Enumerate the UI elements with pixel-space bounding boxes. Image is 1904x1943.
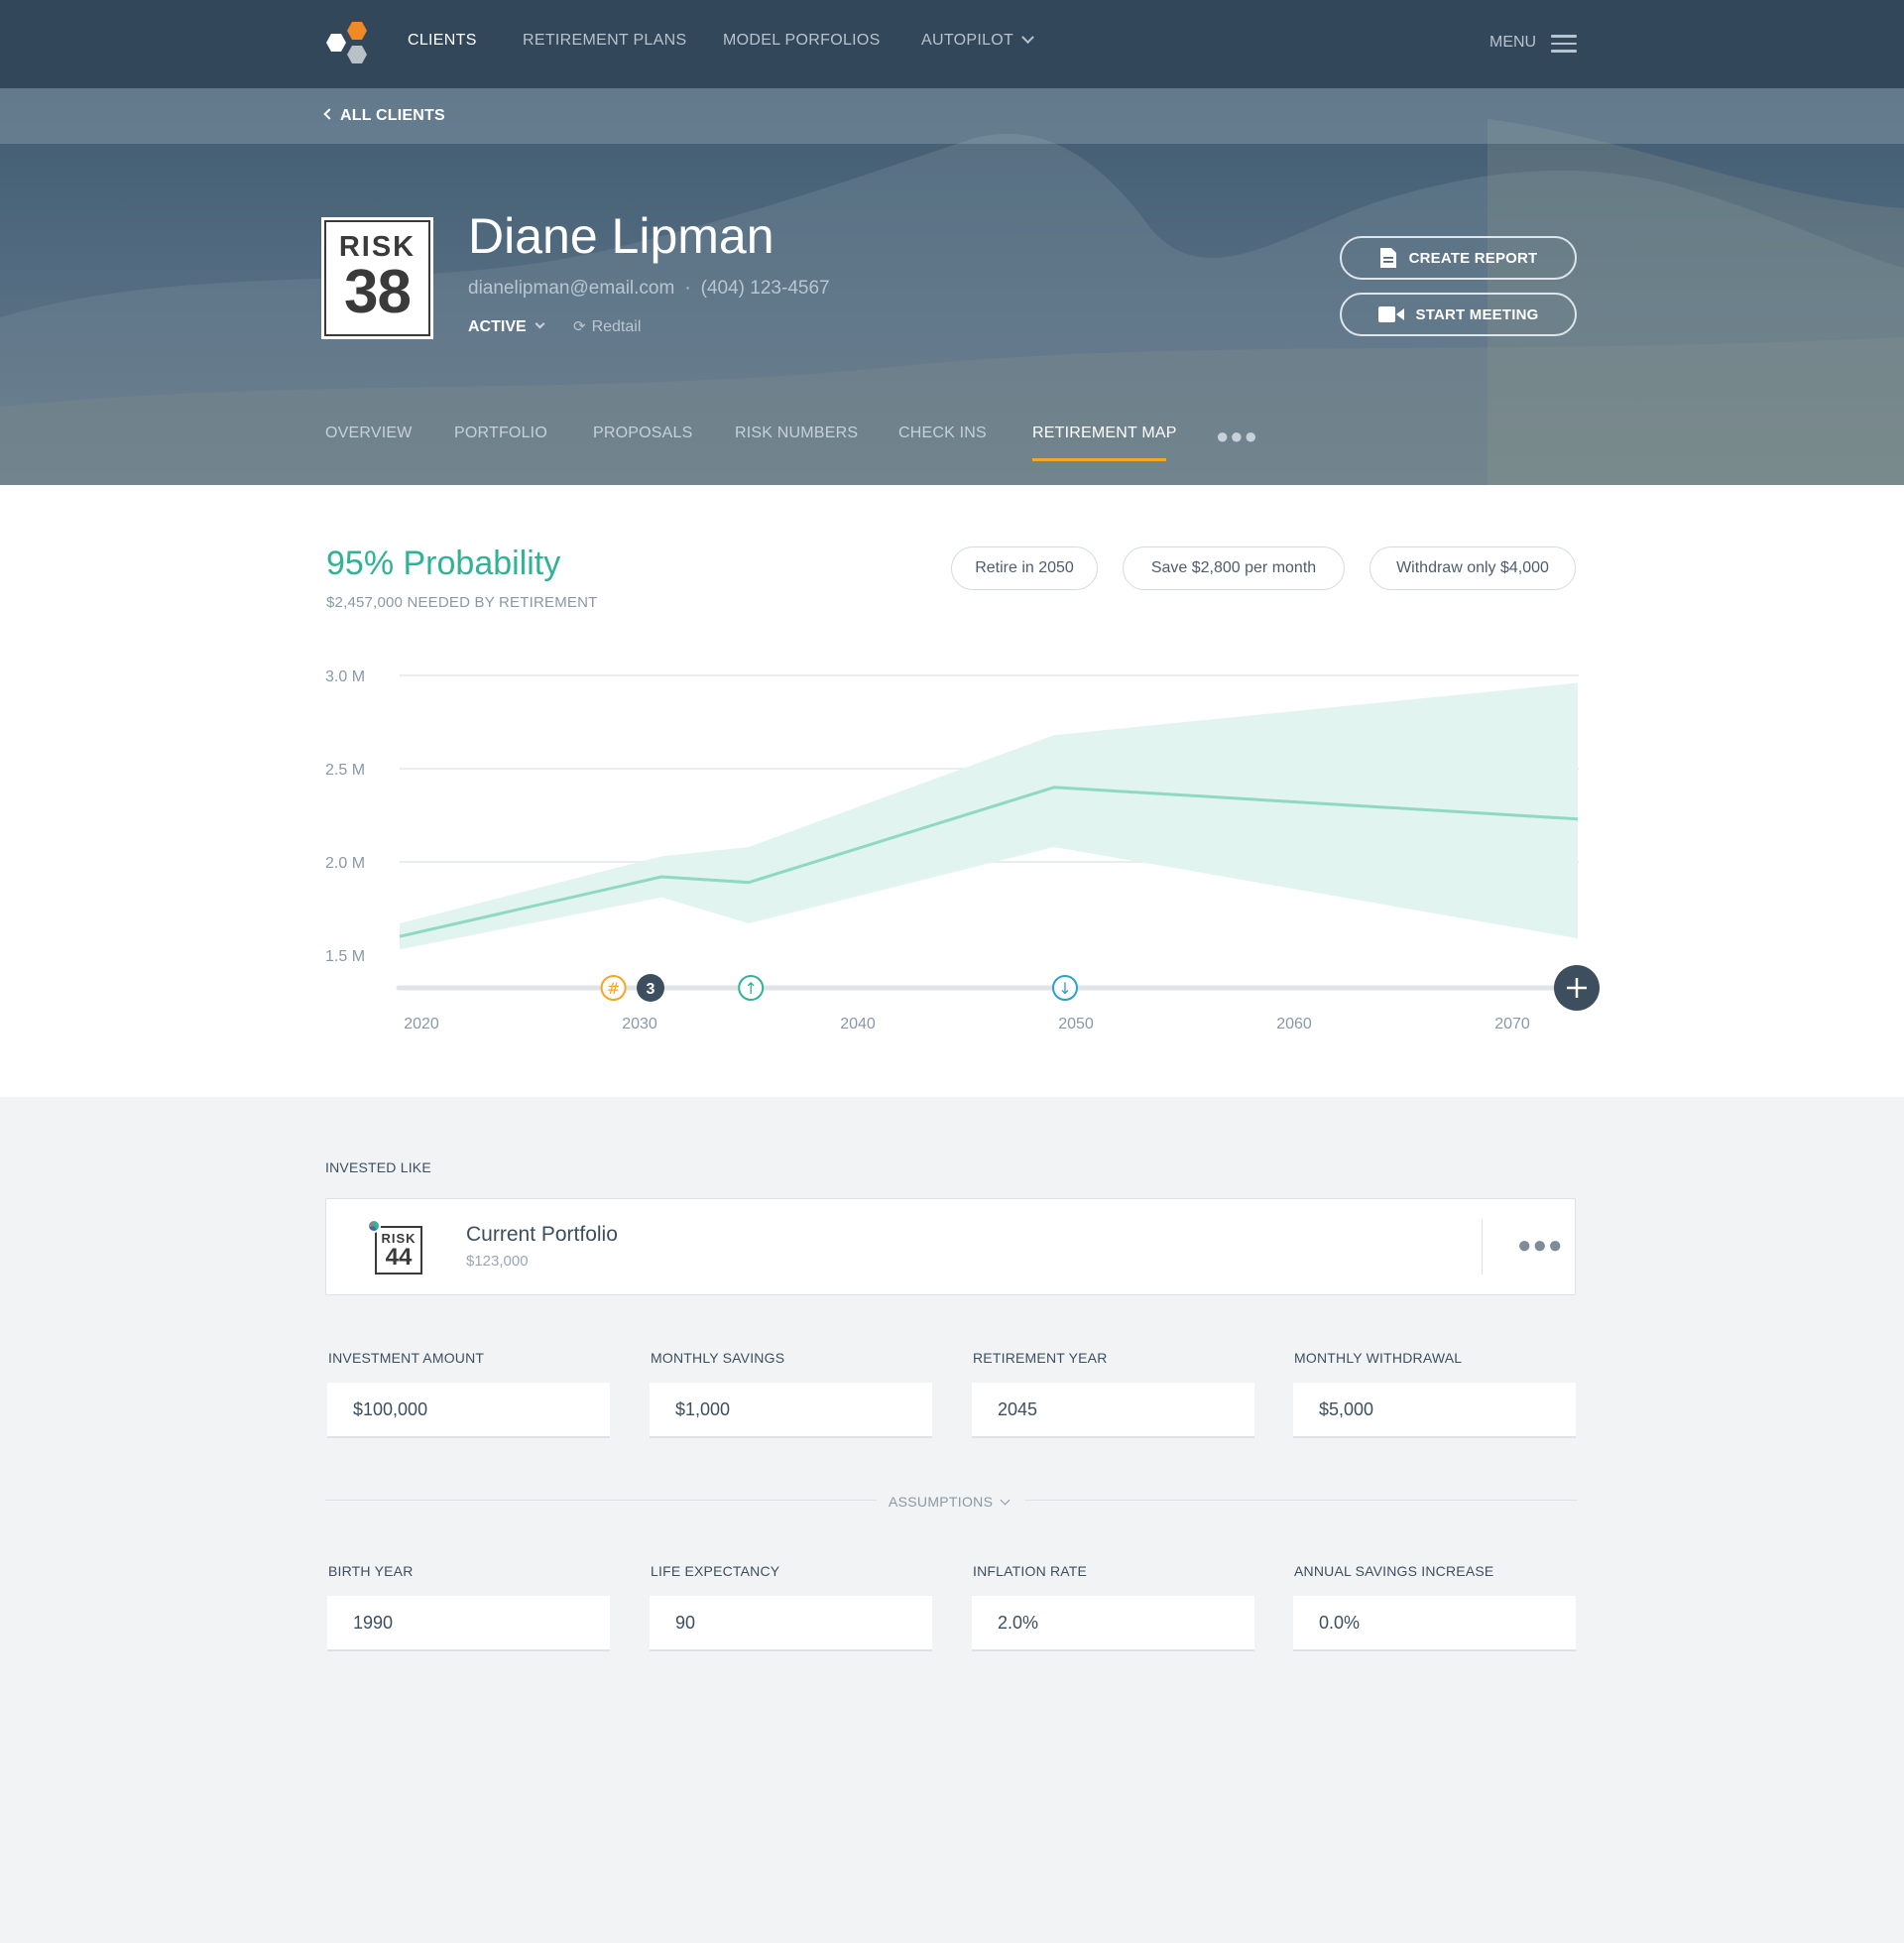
tab-risk-numbers[interactable]: RISK NUMBERS — [735, 425, 858, 442]
client-contact: dianelipman@email.com · (404) 123-4567 — [468, 278, 830, 300]
assumptions-label: ASSUMPTIONS — [889, 1494, 994, 1510]
menu-label[interactable]: MENU — [1489, 34, 1536, 52]
event-goal-glyph: # — [607, 979, 620, 998]
retirement-year-input[interactable] — [972, 1383, 1254, 1438]
breadcrumb-bar — [0, 88, 1904, 144]
confidence-band — [400, 682, 1578, 950]
portfolio-card[interactable]: RISK 44 Current Portfolio $123,000 ●●● — [325, 1198, 1576, 1295]
chevron-down-icon — [1021, 31, 1034, 45]
x-tick-label: 2070 — [1494, 1016, 1530, 1032]
tab-check-ins[interactable]: CHECK INS — [898, 425, 987, 442]
portfolio-name: Current Portfolio — [466, 1223, 618, 1246]
annual-savings-increase-label: ANNUAL SAVINGS INCREASE — [1294, 1563, 1494, 1579]
assumptions-toggle[interactable]: ASSUMPTIONS — [889, 1494, 1011, 1510]
life-expectancy-input[interactable] — [650, 1596, 932, 1651]
client-phone[interactable]: (404) 123-4567 — [701, 278, 830, 299]
create-report-button[interactable]: CREATE REPORT — [1340, 236, 1577, 280]
start-meeting-button[interactable]: START MEETING — [1340, 293, 1577, 336]
portfolio-risk-badge: RISK 44 — [375, 1226, 422, 1275]
risk-badge-number: 38 — [344, 258, 412, 326]
divider-left — [325, 1500, 877, 1501]
client-header: CLIENTS RETIREMENT PLANS MODEL PORFOLIOS… — [0, 0, 1904, 485]
suggestion-withdraw[interactable]: Withdraw only $4,000 — [1369, 546, 1576, 590]
suggestion-save-monthly[interactable]: Save $2,800 per month — [1123, 546, 1345, 590]
back-to-all-clients-link[interactable]: ALL CLIENTS — [323, 107, 445, 125]
portfolio-risk-number: 44 — [385, 1244, 413, 1271]
nav-autopilot-label: AUTOPILOT — [921, 32, 1014, 49]
create-report-label: CREATE REPORT — [1408, 249, 1538, 267]
y-tick-label: 2.0 M — [325, 855, 365, 872]
x-tick-label: 2030 — [622, 1016, 657, 1032]
portfolio-more-icon[interactable]: ●●● — [1517, 1234, 1564, 1258]
more-tabs-icon[interactable]: ●●● — [1216, 425, 1258, 447]
event-deposit-glyph: ↑ — [744, 979, 757, 998]
tab-overview[interactable]: OVERVIEW — [325, 425, 413, 442]
nav-retirement-plans[interactable]: RETIREMENT PLANS — [523, 32, 686, 50]
investment-amount-input[interactable] — [327, 1383, 610, 1438]
retirement-year-label: RETIREMENT YEAR — [973, 1350, 1108, 1366]
divider-right — [1024, 1500, 1578, 1501]
y-tick-label: 1.5 M — [325, 948, 365, 965]
event-group-count: 3 — [647, 981, 655, 998]
monthly-savings-input[interactable] — [650, 1383, 932, 1438]
monthly-savings-label: MONTHLY SAVINGS — [651, 1350, 785, 1366]
amount-needed: $2,457,000 NEEDED BY RETIREMENT — [326, 594, 598, 611]
monthly-withdrawal-label: MONTHLY WITHDRAWAL — [1294, 1350, 1463, 1366]
nav-clients[interactable]: CLIENTS — [408, 32, 477, 50]
monthly-withdrawal-input[interactable] — [1293, 1383, 1576, 1438]
chevron-down-icon — [535, 318, 545, 329]
chevron-down-icon — [1000, 1495, 1011, 1506]
video-camera-icon — [1377, 306, 1404, 322]
contact-separator: · — [684, 278, 691, 299]
x-tick-label: 2060 — [1276, 1016, 1312, 1032]
status-label: ACTIVE — [468, 318, 527, 335]
back-link-label: ALL CLIENTS — [340, 107, 445, 124]
x-tick-label: 2050 — [1058, 1016, 1094, 1032]
crm-name: Redtail — [591, 318, 642, 335]
tab-proposals[interactable]: PROPOSALS — [593, 425, 693, 442]
birth-year-label: BIRTH YEAR — [328, 1563, 414, 1579]
y-tick-label: 2.5 M — [325, 762, 365, 779]
chevron-left-icon — [323, 108, 335, 120]
active-tab-indicator — [1032, 458, 1166, 461]
hamburger-menu-icon[interactable] — [1551, 35, 1577, 55]
suggestion-retire-year[interactable]: Retire in 2050 — [951, 546, 1098, 590]
sync-icon: ⟳ — [573, 318, 586, 335]
inflation-rate-input[interactable] — [972, 1596, 1254, 1651]
allocation-pie-icon — [367, 1219, 381, 1233]
crm-sync-link[interactable]: ⟳ Redtail — [573, 317, 641, 336]
annual-savings-increase-input[interactable] — [1293, 1596, 1576, 1651]
y-tick-label: 3.0 M — [325, 668, 365, 685]
risk-number-badge[interactable]: RISK 38 — [321, 217, 433, 339]
top-navigation: CLIENTS RETIREMENT PLANS MODEL PORFOLIOS… — [0, 0, 1904, 88]
nav-model-portfolios[interactable]: MODEL PORFOLIOS — [723, 32, 881, 50]
client-name: Diane Lipman — [468, 208, 774, 264]
retirement-projection-chart: 3.0 M 2.5 M 2.0 M 1.5 M # 3 ↑ ↓ 2020 2030 2040 2050… — [325, 668, 1600, 1032]
logo-icon[interactable] — [325, 20, 375, 69]
client-status-dropdown[interactable]: ACTIVE — [468, 318, 545, 336]
life-expectancy-label: LIFE EXPECTANCY — [651, 1563, 780, 1579]
client-email[interactable]: dianelipman@email.com — [468, 278, 674, 299]
x-tick-label: 2040 — [840, 1016, 876, 1032]
invested-like-label: INVESTED LIKE — [325, 1159, 431, 1175]
nav-autopilot[interactable]: AUTOPILOT — [921, 31, 1034, 50]
event-withdrawal-glyph: ↓ — [1058, 979, 1071, 998]
start-meeting-label: START MEETING — [1415, 305, 1539, 323]
tab-portfolio[interactable]: PORTFOLIO — [454, 425, 547, 442]
tab-retirement-map[interactable]: RETIREMENT MAP — [1032, 425, 1177, 442]
inflation-rate-label: INFLATION RATE — [973, 1563, 1088, 1579]
portfolio-value: $123,000 — [466, 1253, 529, 1270]
investment-amount-label: INVESTMENT AMOUNT — [328, 1350, 485, 1366]
card-divider — [1482, 1219, 1483, 1275]
document-icon — [1379, 248, 1396, 268]
x-tick-label: 2020 — [404, 1016, 439, 1032]
birth-year-input[interactable] — [327, 1596, 610, 1651]
success-probability: 95% Probability — [326, 545, 561, 582]
